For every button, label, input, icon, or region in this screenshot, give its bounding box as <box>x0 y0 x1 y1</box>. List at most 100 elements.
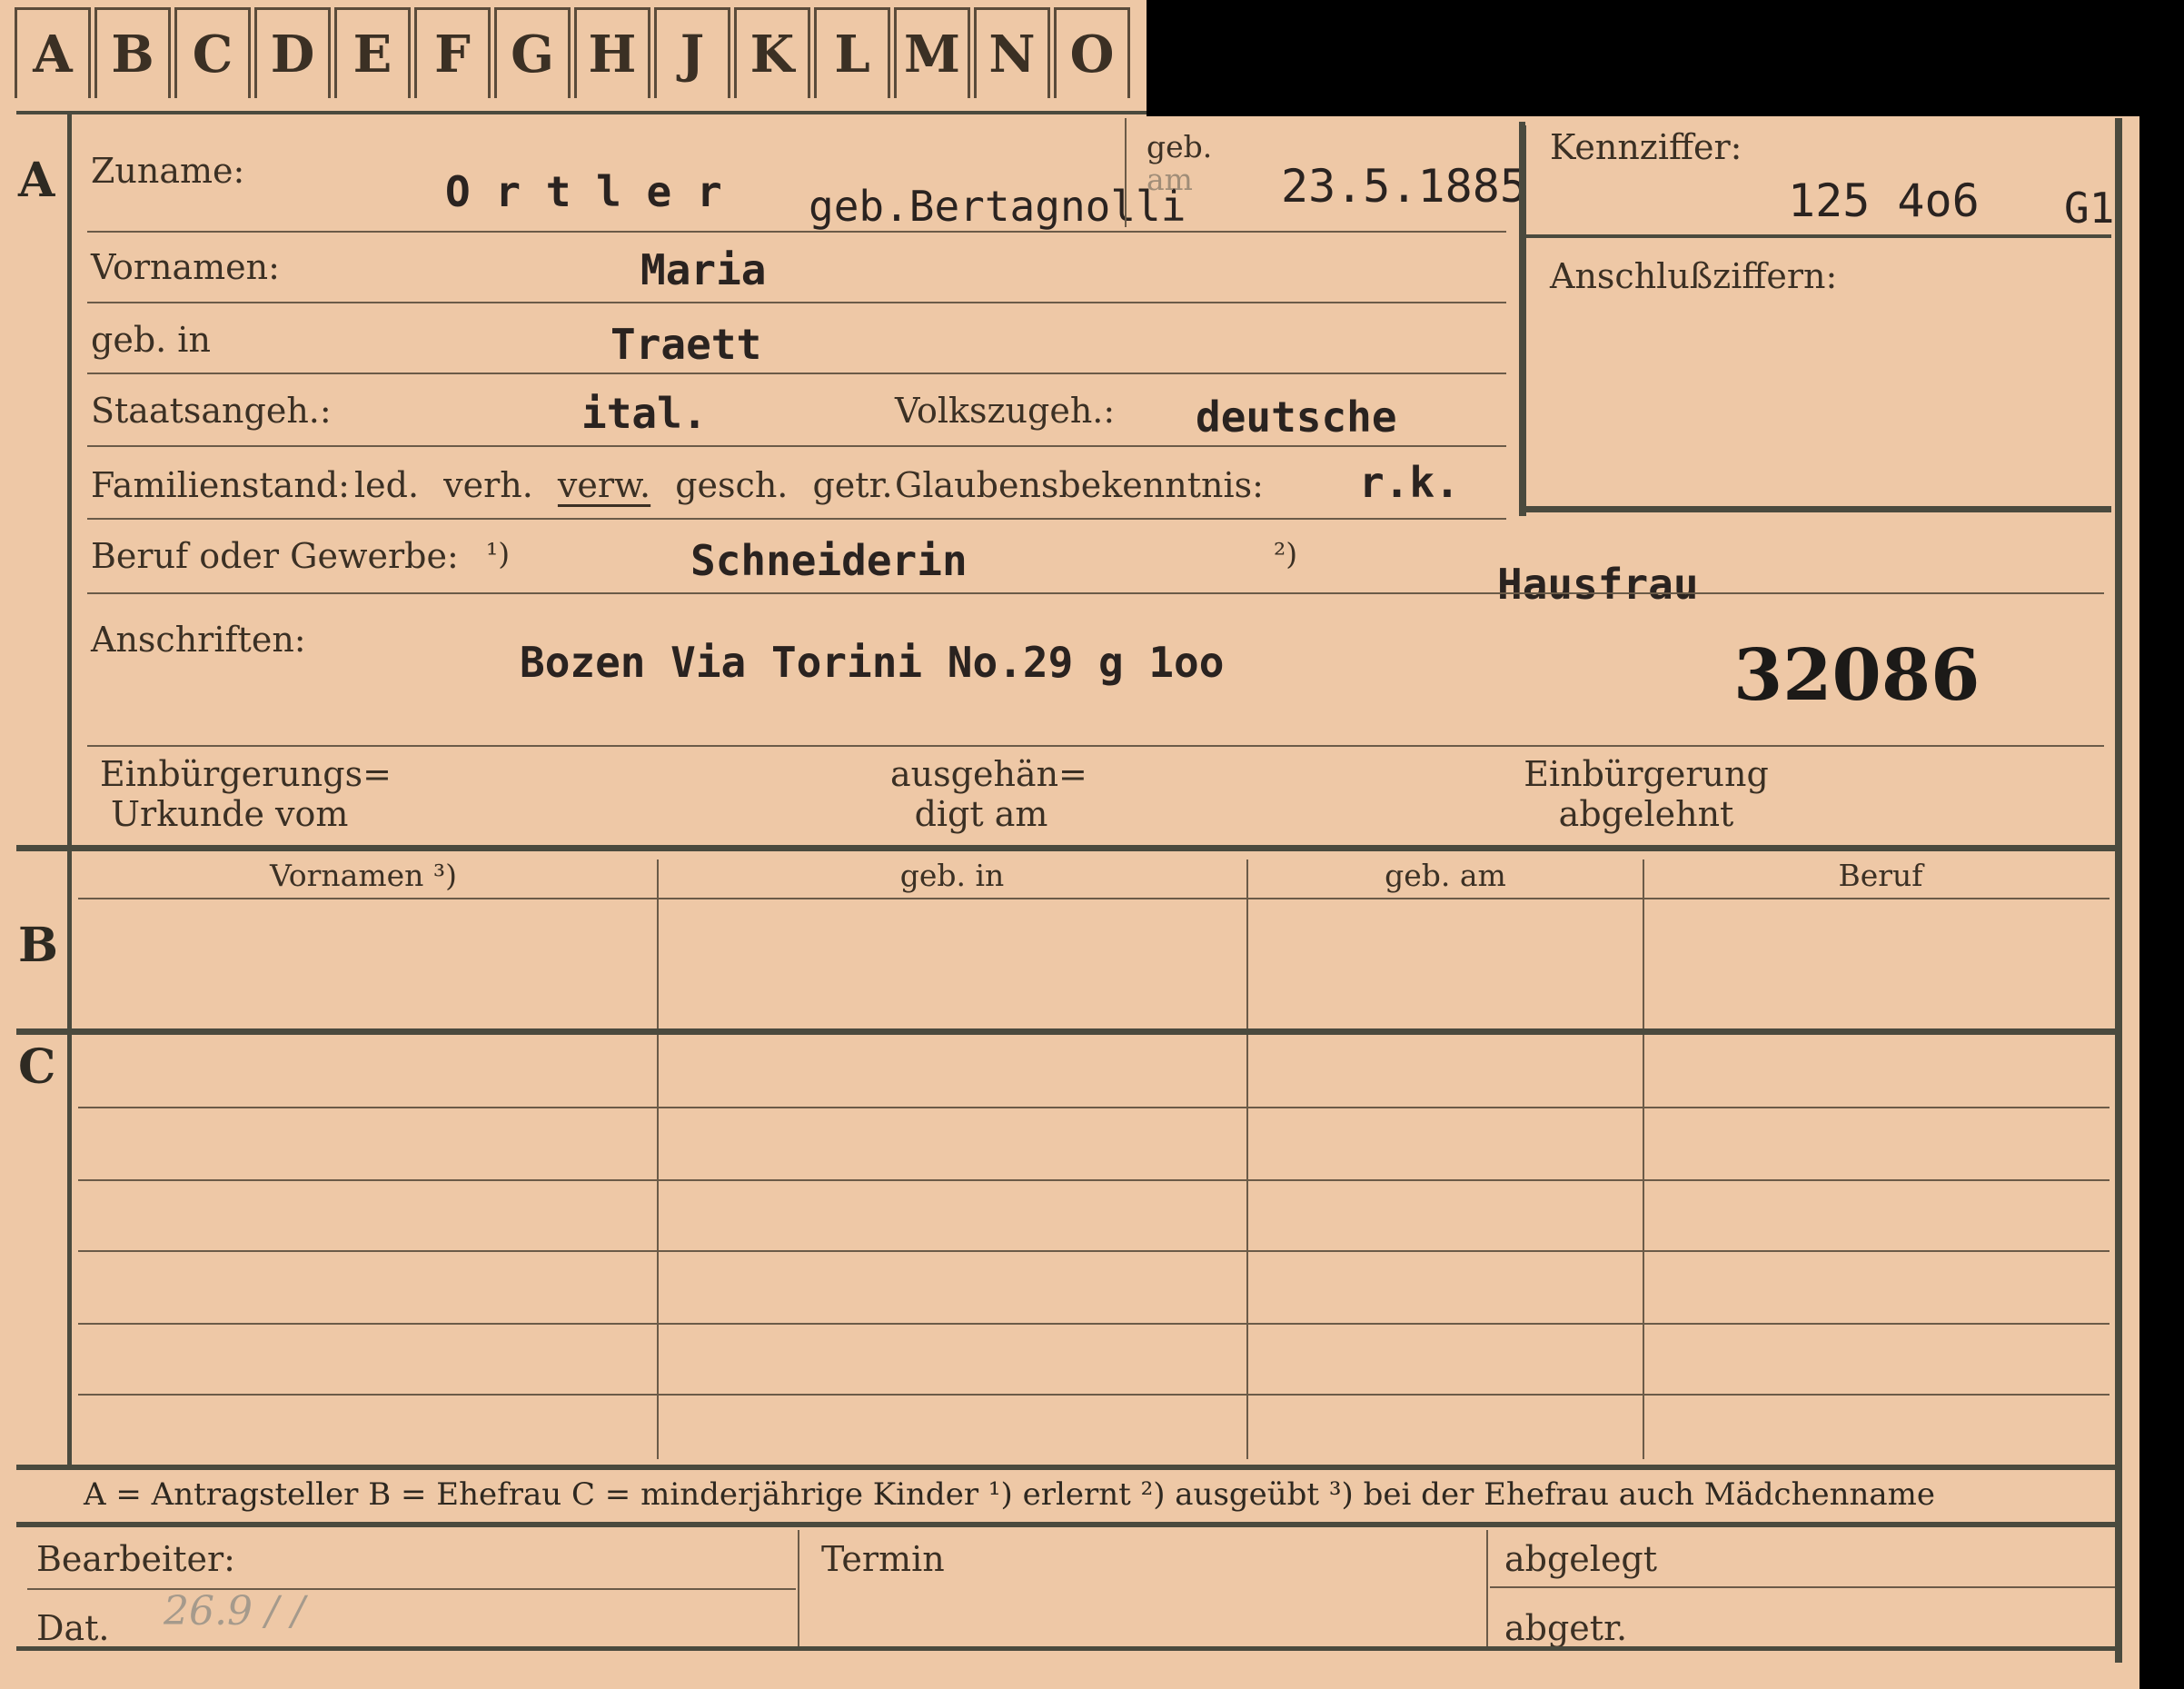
abgelegt-label: abgelegt <box>1504 1539 1658 1579</box>
glaubens-label: Glaubensbekenntnis: <box>895 465 1264 505</box>
legend-top <box>16 1465 2120 1470</box>
row-line <box>78 1323 2110 1325</box>
footer-line <box>27 1588 796 1590</box>
index-tab-d: D <box>254 7 331 98</box>
anschriften-value: Bozen Via Torini No.29 g 1oo <box>520 638 1225 687</box>
footer-bottom <box>16 1646 2120 1651</box>
familienstand-label: Familienstand: <box>91 465 350 505</box>
col-header-vornamen: Vornamen ³) <box>269 858 458 893</box>
row-line <box>87 231 1506 233</box>
row-line <box>87 445 1506 447</box>
geb-in-label: geb. in <box>91 320 211 360</box>
anschriften-label: Anschriften: <box>91 620 306 660</box>
index-tab-k: K <box>734 7 810 98</box>
legend-bottom <box>16 1522 2120 1527</box>
registration-card: ABCDEFGHJKLMNO A Zuname: O r t l e r geb… <box>0 0 2139 1689</box>
row-line <box>87 373 1506 374</box>
geb-in-value: Traett <box>611 320 762 369</box>
beruf-value-2: Hausfrau <box>1497 560 1699 609</box>
bearbeiter-label: Bearbeiter: <box>36 1539 235 1579</box>
beruf-value-1: Schneiderin <box>690 536 968 585</box>
header-line <box>78 898 2110 899</box>
dat-label: Dat. <box>36 1608 110 1648</box>
vornamen-label: Vornamen: <box>91 247 280 287</box>
zuname-label: Zuname: <box>91 151 245 191</box>
section-b-top <box>16 845 2120 851</box>
ausgehaen-label: ausgehän= digt am <box>890 754 1087 834</box>
dat-value: 26.9 / / <box>164 1588 305 1634</box>
footer-divider <box>798 1530 799 1648</box>
beruf-label: Beruf oder Gewerbe: <box>91 536 459 576</box>
geb-name-value: geb.Bertagnolli <box>809 182 1186 231</box>
index-tab-m: M <box>894 7 970 98</box>
volkszugeh-label: Volkszugeh.: <box>895 391 1116 431</box>
legend-text: A = Antragsteller B = Ehefrau C = minder… <box>84 1476 1936 1513</box>
staatsangeh-label: Staatsangeh.: <box>91 391 332 431</box>
scan-background-top <box>1147 0 2184 116</box>
index-tab-b: B <box>94 7 171 98</box>
col-divider <box>1643 859 1644 1459</box>
anschluss-label: Anschlußziffern: <box>1550 256 1838 296</box>
zuname-divider <box>1125 118 1127 227</box>
familienstand-option: gesch. <box>675 465 789 505</box>
row-line <box>78 1107 2110 1108</box>
frame-left-inner <box>67 111 72 1465</box>
familienstand-option: led. <box>354 465 420 505</box>
einb-urkunde-line-2: Urkunde vom <box>111 794 349 834</box>
kennziffer-suffix: G1 <box>2064 184 2115 233</box>
geb-am-label-2: am <box>1147 162 1193 197</box>
einb-abgelehnt-label: Einbürgerung abgelehnt <box>1519 754 1773 834</box>
index-tab-f: F <box>414 7 491 98</box>
geb-am-value: 23.5.1885 <box>1281 160 1527 213</box>
ausgehaen-line-1: ausgehän= <box>890 754 1087 794</box>
section-a-marker: A <box>18 153 55 208</box>
section-b-marker: B <box>18 918 58 973</box>
frame-right <box>2115 118 2122 1663</box>
section-c-marker: C <box>18 1039 56 1095</box>
ausgehaen-line-2: digt am <box>914 794 1048 834</box>
row-line <box>87 592 2104 594</box>
staatsangeh-value: ital. <box>581 389 708 438</box>
beruf-mark-2: ²) <box>1274 536 1298 571</box>
index-tab-c: C <box>174 7 251 98</box>
card-number: 32086 <box>1733 634 1980 717</box>
index-tab-a: A <box>15 7 91 98</box>
footer-divider <box>1486 1530 1488 1648</box>
row-line <box>78 1179 2110 1181</box>
einb-urkunde-line-1: Einbürgerungs= <box>100 754 392 794</box>
einb-urkunde-label: Einbürgerungs= Urkunde vom <box>100 754 392 834</box>
scan-background-right <box>2139 0 2184 1689</box>
termin-label: Termin <box>821 1539 945 1579</box>
volkszugeh-value: deutsche <box>1196 392 1397 442</box>
col-header-beruf: Beruf <box>1838 858 1923 893</box>
kennziffer-label: Kennziffer: <box>1550 127 1742 167</box>
row-line <box>78 1250 2110 1252</box>
index-tab-n: N <box>974 7 1050 98</box>
row-line <box>87 302 1506 303</box>
col-divider <box>1246 859 1248 1459</box>
vornamen-value: Maria <box>640 245 767 294</box>
section-c-top <box>16 1028 2120 1035</box>
beruf-mark-1: ¹) <box>486 536 511 571</box>
col-header-geb-in: geb. in <box>899 858 1005 893</box>
einb-abgelehnt-line-2: abgelehnt <box>1558 794 1734 834</box>
col-header-geb-am: geb. am <box>1385 858 1506 893</box>
familienstand-option: getr. <box>812 465 893 505</box>
glaubens-value: r.k. <box>1359 458 1460 507</box>
einb-abgelehnt-line-1: Einbürgerung <box>1524 754 1769 794</box>
zuname-value: O r t l e r <box>445 167 722 216</box>
row-line <box>78 1394 2110 1396</box>
familienstand-option: verh. <box>443 465 533 505</box>
geb-am-label-1: geb. <box>1147 129 1213 164</box>
index-tab-e: E <box>334 7 411 98</box>
kennziffer-divider <box>1526 234 2111 238</box>
familienstand-option-selected: verw. <box>557 465 651 505</box>
index-tab-h: H <box>574 7 650 98</box>
kennziffer-value: 125 4o6 <box>1788 174 1980 227</box>
abgetr-label: abgetr. <box>1504 1608 1628 1648</box>
index-tab-o: O <box>1054 7 1130 98</box>
row-line <box>87 745 2104 747</box>
familienstand-options: led. verh. verw. gesch. getr. <box>354 465 913 505</box>
kennziffer-box-left <box>1519 125 1526 516</box>
footer-line <box>1490 1586 2115 1588</box>
